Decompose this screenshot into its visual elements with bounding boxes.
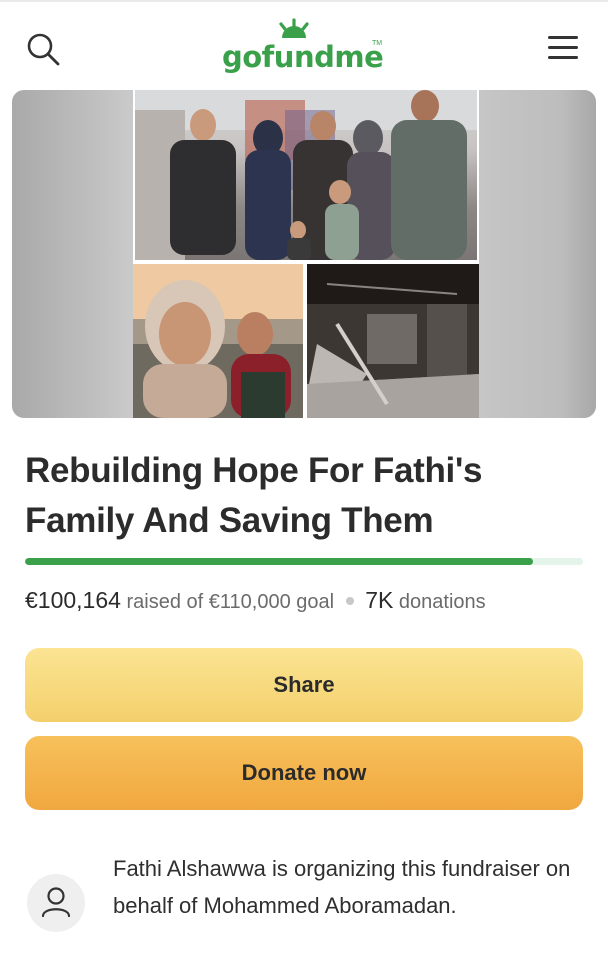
fundraiser-title: Rebuilding Hope For Fathi's Family And S… bbox=[25, 451, 483, 540]
raised-amount: €100,164 bbox=[25, 587, 121, 613]
photo-collage bbox=[133, 90, 479, 418]
logo-sun-icon bbox=[279, 18, 309, 38]
donations-count: 7K bbox=[365, 587, 394, 613]
donations-label: donations bbox=[398, 591, 486, 613]
donate-now-button[interactable]: Donate now bbox=[25, 736, 583, 810]
raised-goal-label: raised of €110,000 goal bbox=[126, 591, 335, 613]
logo-trademark: TM bbox=[372, 40, 383, 47]
hamburger-menu-icon[interactable] bbox=[548, 34, 580, 62]
fundraiser-hero-image[interactable] bbox=[12, 90, 596, 418]
share-button[interactable]: Share bbox=[25, 648, 583, 722]
family-group-photo bbox=[135, 90, 477, 260]
organizer-section: Fathi Alshawwa is organizing this fundra… bbox=[25, 850, 585, 960]
organizer-avatar[interactable] bbox=[27, 874, 85, 932]
organizer-description: Fathi Alshawwa is organizing this fundra… bbox=[113, 856, 571, 918]
separator-dot bbox=[345, 597, 354, 606]
person-icon bbox=[41, 887, 71, 918]
site-header: gofundme TM bbox=[0, 10, 608, 80]
donation-stats: €100,164 raised of €110,000 goal 7K dona… bbox=[25, 586, 585, 616]
hero-background bbox=[478, 90, 596, 418]
search-icon[interactable] bbox=[24, 30, 64, 70]
burned-room-photo bbox=[307, 264, 479, 418]
selfie-photo bbox=[133, 264, 303, 418]
logo-text: gofundme bbox=[222, 40, 384, 74]
donation-progress-bar bbox=[25, 558, 583, 565]
top-divider bbox=[0, 0, 608, 2]
donation-progress-fill bbox=[25, 558, 533, 565]
gofundme-logo[interactable]: gofundme TM bbox=[222, 18, 392, 82]
